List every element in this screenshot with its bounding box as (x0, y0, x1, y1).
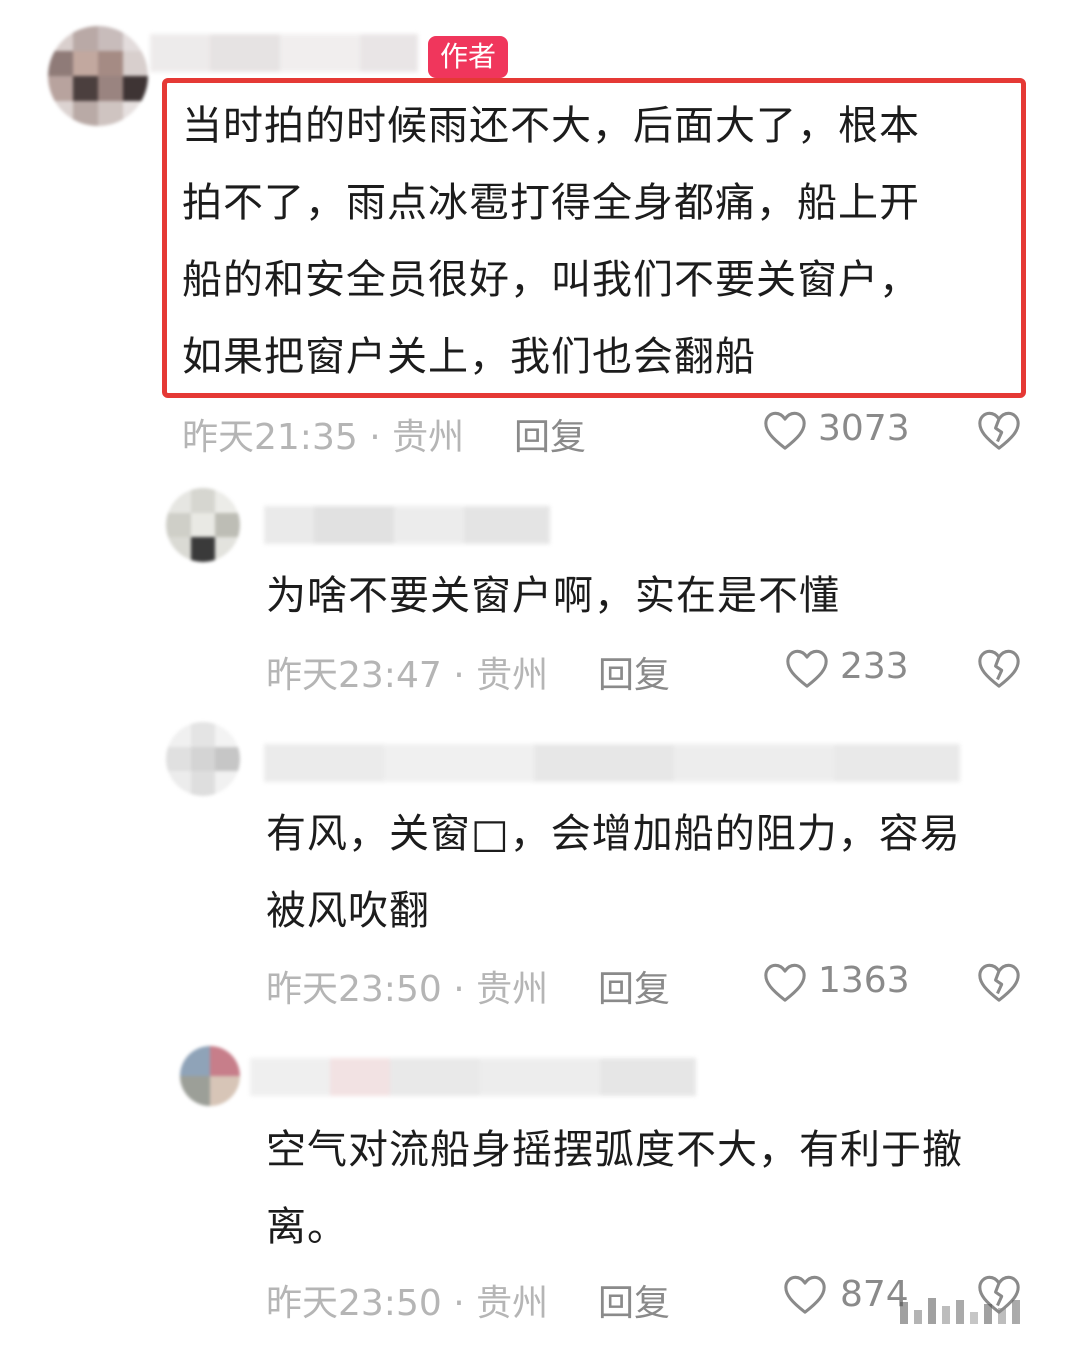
comment-text: 空气对流船身摇摆弧度不大，有利于撤 离。 (266, 1112, 1056, 1266)
comment-text: 为啥不要关窗户啊，实在是不懂 (266, 558, 1026, 635)
reply-button[interactable]: 回复 (514, 408, 586, 460)
reply-button[interactable]: 回复 (598, 1274, 670, 1326)
author-badge: 作者 (428, 36, 509, 78)
reply-button[interactable]: 回复 (598, 960, 670, 1012)
avatar[interactable] (180, 1046, 240, 1106)
comment-meta: 昨天23:50 · 贵州 (266, 969, 549, 1010)
like-count: 233 (840, 646, 909, 687)
username[interactable] (250, 1058, 696, 1096)
like-count: 3073 (818, 408, 910, 449)
comment-line: 离。 (266, 1204, 348, 1250)
broken-heart-icon[interactable] (976, 408, 1022, 452)
comment-text: 有风，关窗□，会增加船的阻力，容易 被风吹翻 (266, 796, 1056, 950)
heart-icon[interactable] (762, 960, 808, 1004)
avatar[interactable] (166, 488, 240, 562)
heart-icon[interactable] (782, 1272, 828, 1316)
comment-line: 拍不了，雨点冰雹打得全身都痛，船上开 (182, 180, 920, 226)
comment-line: 船的和安全员很好，叫我们不要关窗户， (182, 257, 920, 303)
like-count: 874 (840, 1274, 909, 1315)
comment-text: 当时拍的时候雨还不大，后面大了，根本 拍不了，雨点冰雹打得全身都痛，船上开 船的… (182, 88, 1022, 396)
broken-heart-icon[interactable] (976, 646, 1022, 690)
avatar[interactable] (166, 722, 240, 796)
heart-icon[interactable] (784, 646, 830, 690)
comment-line: 当时拍的时候雨还不大，后面大了，根本 (182, 103, 920, 149)
avatar[interactable] (48, 26, 148, 126)
comment-line: 被风吹翻 (266, 888, 430, 934)
username[interactable] (264, 506, 550, 544)
comment-line: 空气对流船身摇摆弧度不大，有利于撤 (266, 1127, 963, 1173)
username[interactable] (264, 744, 960, 782)
heart-icon[interactable] (762, 408, 808, 452)
like-count: 1363 (818, 960, 910, 1001)
comment-line: 如果把窗户关上，我们也会翻船 (182, 334, 756, 380)
broken-heart-icon[interactable] (976, 960, 1022, 1004)
comment-meta: 昨天23:50 · 贵州 (266, 1283, 549, 1324)
comment-line: 有风，关窗□，会增加船的阻力，容易 (266, 811, 961, 857)
comment-meta: 昨天21:35 · 贵州 (182, 417, 465, 458)
comment-line: 为啥不要关窗户啊，实在是不懂 (266, 573, 840, 619)
username[interactable] (150, 34, 418, 72)
reply-button[interactable]: 回复 (598, 646, 670, 698)
watermark (900, 1296, 1060, 1324)
comment-meta: 昨天23:47 · 贵州 (266, 655, 549, 696)
